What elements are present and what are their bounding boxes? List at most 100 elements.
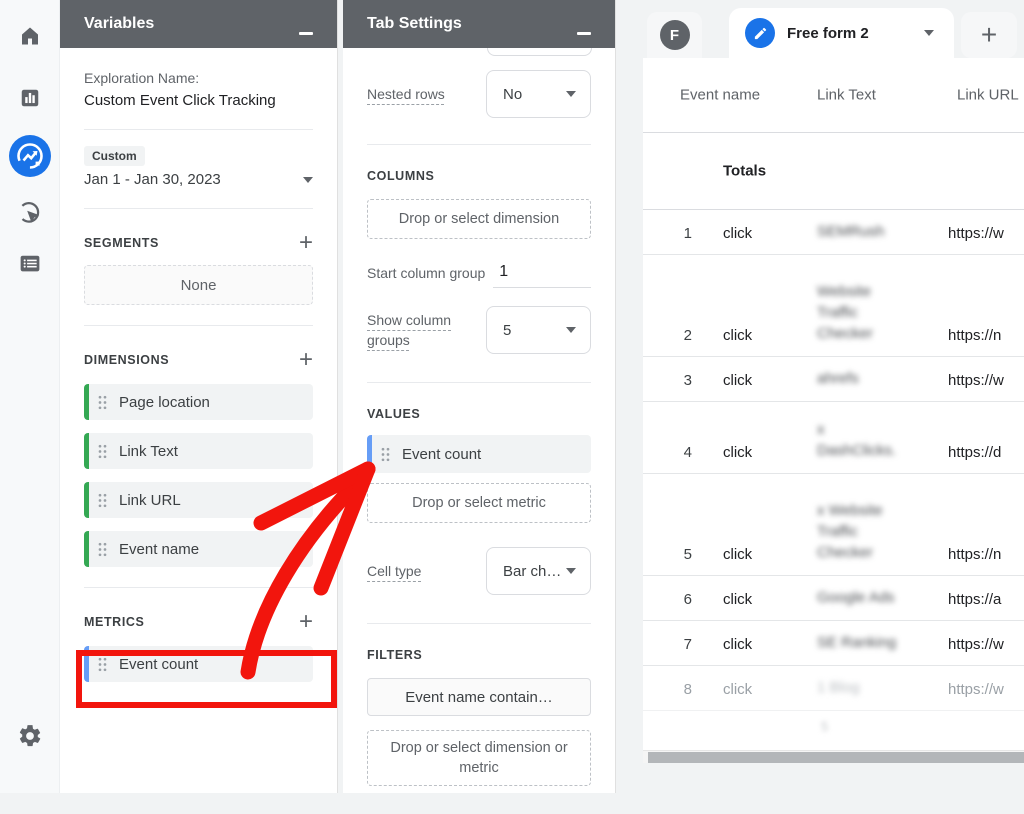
show-column-groups-select[interactable]: 5 [486,306,591,354]
table-row[interactable]: 3 click ahrefs https://w [643,357,1024,402]
link-url-cell: https://n [948,327,1024,344]
column-header-link-url[interactable]: Link URL [957,87,1019,104]
metric-chip-label: Event count [119,656,198,673]
metrics-heading: METRICS [84,615,144,629]
segments-empty-dropzone[interactable]: None [84,265,313,305]
dimension-chip[interactable]: Event name [84,531,313,567]
table-row[interactable]: 8 click 1 Blog https://w [643,666,1024,711]
dimension-chip-label: Link Text [119,443,178,460]
partial-table-row: 5 [643,711,1024,743]
event-name-cell: click [723,372,817,389]
table-row[interactable]: 2 click Website Traffic Checker https://… [643,255,1024,357]
chevron-down-icon [303,177,313,183]
date-range-selector[interactable]: Custom Jan 1 - Jan 30, 2023 [84,130,313,208]
dimensions-heading: DIMENSIONS [84,353,169,367]
row-number: 7 [643,636,723,653]
column-header-event-name[interactable]: Event name [680,87,760,104]
tab-settings-title: Tab Settings [367,15,462,33]
event-name-cell: click [723,636,817,653]
partial-cell-blurred: 5 [821,719,828,734]
scrollbar-thumb[interactable] [648,752,1024,763]
table-totals-row: Totals [643,133,1024,210]
metric-chip[interactable]: Event count [84,646,313,682]
variables-panel: Variables Exploration Name: Custom Event… [60,0,338,793]
link-text-cell-blurred: x DashClicks. [817,419,948,461]
cell-type-select[interactable]: Bar ch… [486,547,591,595]
drag-handle-icon [98,444,107,459]
link-url-cell: https://w [948,225,1024,242]
column-header-link-text[interactable]: Link Text [817,87,876,104]
table-row[interactable]: 6 click Google Ads https://a [643,576,1024,621]
divider [84,704,313,705]
add-metric-button[interactable]: + [299,614,313,630]
advertising-icon[interactable] [16,200,43,232]
drag-handle-icon [98,493,107,508]
link-text-cell-blurred: x Website Traffic Checker [817,500,948,563]
horizontal-scrollbar[interactable] [643,750,1024,763]
start-column-group-label: Start column group [367,265,485,288]
drag-handle-icon [98,657,107,672]
link-url-cell: https://n [948,546,1024,563]
chevron-down-icon [566,327,576,333]
row-number: 5 [643,546,723,563]
filters-heading: FILTERS [367,648,422,662]
minimize-variables-icon[interactable] [299,32,313,35]
date-range-badge: Custom [84,146,145,166]
dimension-chip-list: Page location Link Text Link URL [84,384,313,567]
collapsed-tab-avatar: F [660,20,690,50]
variables-panel-header: Variables [60,0,337,48]
event-name-cell: click [723,546,817,563]
filters-dropzone[interactable]: Drop or select dimension or metric [367,730,591,786]
active-tab-free-form-2[interactable]: Free form 2 [729,8,954,58]
row-number: 8 [643,681,723,698]
chevron-down-icon [924,30,934,36]
add-tab-button[interactable]: + [961,12,1017,58]
home-icon[interactable] [18,24,42,53]
table-row[interactable]: 4 click x DashClicks. https://d [643,402,1024,474]
table-row[interactable]: 7 click SE Ranking https://w [643,621,1024,666]
library-icon[interactable] [17,251,42,281]
filter-chip[interactable]: Event name contain… [367,678,591,716]
settings-gear-icon[interactable] [17,723,43,754]
link-url-cell: https://w [948,372,1024,389]
active-tab-label: Free form 2 [787,25,912,42]
drag-handle-icon [381,447,390,462]
event-name-cell: click [723,591,817,608]
dimension-chip[interactable]: Link URL [84,482,313,518]
link-url-cell: https://d [948,444,1024,461]
link-text-cell-blurred: 1 Blog [817,677,948,698]
link-url-cell: https://w [948,681,1024,698]
values-metric-chip[interactable]: Event count [367,435,591,473]
tab-strip: F Free form 2 + [645,8,1024,58]
row-number: 3 [643,372,723,389]
drag-handle-icon [98,395,107,410]
add-segment-button[interactable]: + [299,235,313,251]
link-url-cell: https://w [948,636,1024,653]
columns-dropzone[interactable]: Drop or select dimension [367,199,591,239]
dimension-chip[interactable]: Page location [84,384,313,420]
date-range-value: Jan 1 - Jan 30, 2023 [84,171,221,188]
link-text-cell-blurred: Google Ads [817,587,948,608]
table-header-row: Event name Link Text Link URL [643,58,1024,133]
dimension-chip[interactable]: Link Text [84,433,313,469]
values-metric-chip-label: Event count [402,446,481,463]
reports-icon[interactable] [19,87,41,114]
minimize-tab-settings-icon[interactable] [577,32,591,35]
add-dimension-button[interactable]: + [299,352,313,368]
exploration-name-value[interactable]: Custom Event Click Tracking [84,92,313,109]
start-column-group-input[interactable]: 1 [493,263,591,288]
values-heading: VALUES [367,407,420,421]
nested-rows-select[interactable]: No [486,70,591,118]
drag-handle-icon [98,542,107,557]
tab-settings-panel-header: Tab Settings [343,0,615,48]
chevron-down-icon [566,568,576,574]
segments-heading: SEGMENTS [84,236,159,250]
exploration-canvas: F Free form 2 + Event name Link Text Lin… [616,0,1024,793]
values-dropzone[interactable]: Drop or select metric [367,483,591,523]
table-body: 1 click SEMRush https://w 2 click Websit… [643,210,1024,711]
table-row[interactable]: 1 click SEMRush https://w [643,210,1024,255]
collapsed-tab[interactable]: F [647,12,702,58]
explore-icon[interactable] [8,134,52,183]
tab-settings-panel: Tab Settings Nested rows No COLUMNS Drop… [343,0,616,793]
table-row[interactable]: 5 click x Website Traffic Checker https:… [643,474,1024,576]
